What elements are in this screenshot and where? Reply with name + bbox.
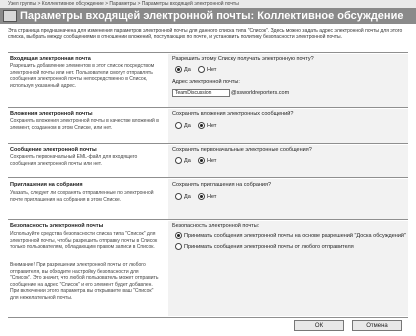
incoming-email-yes-radio[interactable]: Да [175, 66, 191, 73]
radio-icon [175, 193, 182, 200]
security-any-sender-radio[interactable]: Принимать сообщения электронной почты от… [175, 243, 354, 250]
meetings-question: Сохранять приглашения на собрания? [172, 182, 272, 188]
radio-selected-icon [198, 157, 205, 164]
security-question: Безопасность электронной почты: [172, 223, 260, 229]
incoming-email-question: Разрешить этому Списку получать электрон… [172, 56, 314, 62]
section-divider [8, 317, 408, 318]
radio-selected-icon [198, 122, 205, 129]
section-divider [8, 107, 408, 108]
email-domain-suffix: @ssworldreporters.com [231, 90, 290, 96]
section-divider [8, 219, 408, 220]
radio-icon [175, 122, 182, 129]
attachments-title: Вложения электронной почты [10, 111, 93, 117]
ok-button[interactable]: ОК [294, 320, 344, 331]
breadcrumb[interactable]: Узел группы > Коллективное обсуждение > … [0, 0, 416, 8]
meetings-title: Приглашения на собрания [10, 182, 83, 188]
security-permissions-radio[interactable]: Принимать сообщения электронной почты на… [175, 232, 406, 239]
incoming-email-no-radio[interactable]: Нет [198, 66, 216, 73]
cancel-button[interactable]: Отмена [352, 320, 402, 331]
meetings-yes-radio[interactable]: Да [175, 193, 191, 200]
original-email-desc: Сохранять первоначальный EML-файл для вх… [10, 154, 138, 167]
meetings-no-radio[interactable]: Нет [198, 193, 216, 200]
intro-text: Эта страница предназначена для изменения… [8, 28, 403, 40]
section-divider [8, 52, 408, 53]
title-bar: Параметры входящей электронной почты: Ко… [0, 8, 416, 24]
security-warning: Внимание! При разрешении электронной поч… [10, 262, 159, 301]
original-email-question: Сохранять первоначальные электронные соо… [172, 147, 312, 153]
original-email-no-radio[interactable]: Нет [198, 157, 216, 164]
list-icon [3, 10, 17, 22]
radio-selected-icon [175, 66, 182, 73]
security-title: Безопасность электронной почты [10, 223, 104, 229]
incoming-email-title: Входящая электронная почта [10, 56, 91, 62]
security-desc: Используйте средства безопасности списка… [10, 231, 158, 250]
attachments-yes-radio[interactable]: Да [175, 122, 191, 129]
email-address-input[interactable]: TeamDiscussion [172, 89, 230, 97]
incoming-email-desc: Разрешить добавление элементов в этот сп… [10, 63, 155, 89]
page-title: Параметры входящей электронной почты: Ко… [20, 10, 404, 22]
attachments-no-radio[interactable]: Нет [198, 122, 216, 129]
section-divider [8, 143, 408, 144]
radio-icon [175, 243, 182, 250]
radio-icon [198, 66, 205, 73]
radio-selected-icon [175, 232, 182, 239]
original-email-yes-radio[interactable]: Да [175, 157, 191, 164]
attachments-desc: Сохранять вложения электронной почты в к… [10, 118, 159, 131]
radio-icon [175, 157, 182, 164]
meetings-desc: Указать, следует ли сохранять отправленн… [10, 190, 154, 203]
email-address-label: Адрес электронной почты: [172, 79, 240, 85]
original-email-title: Сообщение электронной почты [10, 147, 97, 153]
radio-selected-icon [198, 193, 205, 200]
section-divider [8, 177, 408, 178]
attachments-question: Сохранять вложения электронных сообщений… [172, 111, 294, 117]
